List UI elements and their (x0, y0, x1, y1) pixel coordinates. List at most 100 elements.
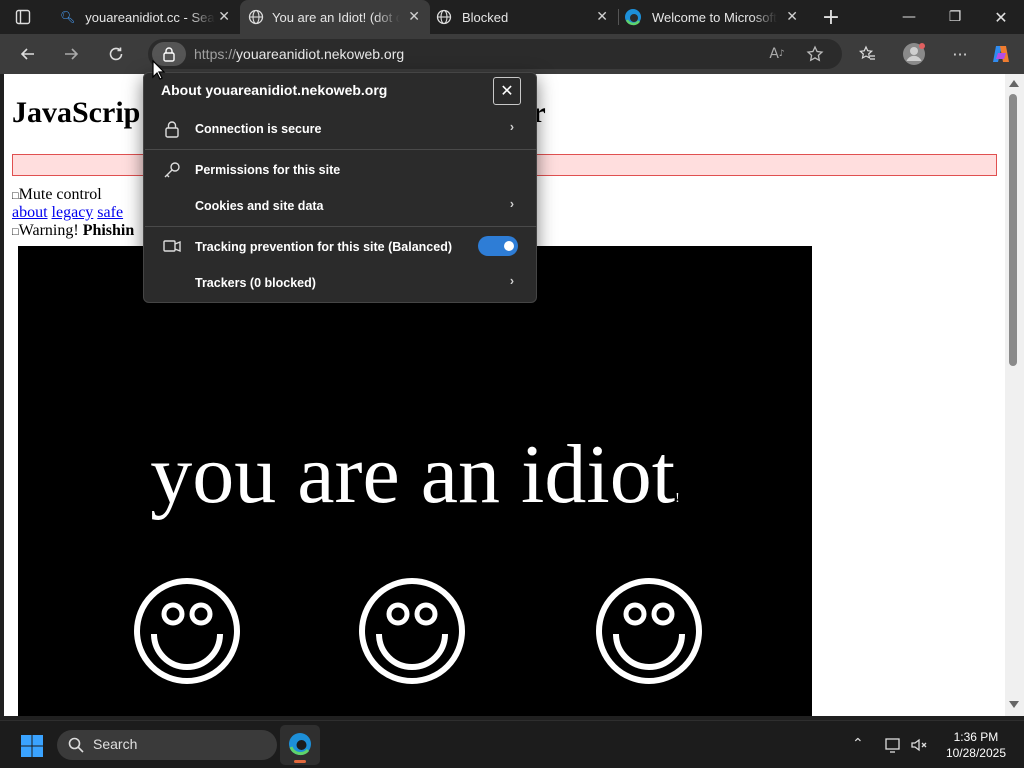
clock-time: 1:36 PM (953, 730, 999, 744)
safe-link[interactable]: safe (97, 204, 123, 221)
windows-icon (21, 735, 43, 757)
chevron-right-icon: › (509, 274, 514, 288)
idiot-animation[interactable]: you are an idiot! (18, 246, 812, 716)
star-icon (806, 45, 824, 62)
scroll-thumb[interactable] (1009, 94, 1017, 366)
refresh-button[interactable] (101, 40, 131, 68)
legacy-link[interactable]: legacy (52, 204, 94, 221)
tab-title: You are an Idiot! (dot cc) (272, 9, 400, 25)
mute-control-image[interactable]: □Mute control (12, 186, 102, 204)
exclamation: ! (675, 491, 680, 506)
tab-title: Welcome to Microsoft Edge (652, 9, 777, 25)
cookies-row[interactable]: Cookies and site data › (144, 188, 536, 224)
favorites-icon (859, 45, 875, 60)
tab-title: youareanidiot.cc - Search (85, 9, 215, 25)
active-indicator (294, 760, 306, 763)
globe-icon (436, 9, 452, 25)
address-bar[interactable]: https://youareanidiot.nekoweb.org A ♪ (148, 39, 842, 69)
network-icon[interactable] (884, 736, 902, 754)
row-label: Permissions for this site (195, 163, 341, 177)
tracking-toggle[interactable] (478, 236, 518, 256)
edge-icon (289, 733, 311, 755)
search-label: Search (93, 736, 138, 752)
favorites-button[interactable] (853, 40, 883, 68)
system-clock[interactable]: 1:36 PM 10/28/2025 (946, 729, 1006, 761)
broken-image-icon: □ (12, 226, 19, 238)
popup-title: About youareanidiot.nekoweb.org (161, 82, 388, 98)
broken-image-icon: □ (12, 190, 19, 202)
start-button[interactable] (20, 734, 44, 762)
site-info-popup: About youareanidiot.nekoweb.org ✕ Connec… (143, 72, 537, 303)
tab-actions-button[interactable] (8, 3, 38, 31)
close-window-button[interactable]: ✕ (978, 0, 1024, 34)
scroll-up-arrow[interactable] (1009, 80, 1019, 87)
chevron-right-icon: › (509, 197, 514, 211)
tab-strip: 🔍︎ youareanidiot.cc - Search ✕ You are a… (0, 0, 1024, 34)
volume-muted-icon[interactable] (910, 736, 928, 754)
edge-icon (625, 9, 641, 26)
trackers-row[interactable]: Trackers (0 blocked) › (144, 265, 536, 301)
connection-secure-row[interactable]: Connection is secure › (144, 111, 536, 147)
arrow-right-icon (65, 48, 79, 60)
warning-line: □Warning! Phishin (12, 222, 135, 239)
tab-active[interactable]: You are an Idiot! (dot cc) ✕ (240, 0, 430, 34)
minimize-button[interactable]: — (886, 0, 932, 34)
tab-blocked[interactable]: Blocked ✕ (430, 0, 618, 34)
favorite-star-button[interactable] (800, 40, 830, 68)
copilot-button[interactable] (986, 40, 1016, 68)
popup-divider (145, 226, 537, 227)
phishing-text: Phishin (82, 222, 135, 239)
forward-button[interactable] (56, 40, 86, 68)
tab-title: Blocked (462, 9, 509, 25)
chevron-right-icon: › (509, 120, 514, 134)
url-protocol: https:// (194, 46, 237, 62)
avatar-icon (903, 43, 925, 65)
new-tab-button[interactable]: + (808, 0, 854, 34)
row-label: Trackers (0 blocked) (195, 276, 316, 290)
profile-button[interactable] (899, 40, 929, 68)
read-aloud-button[interactable]: A ♪ (762, 40, 792, 68)
lock-icon (165, 121, 179, 138)
row-label: Cookies and site data (195, 199, 324, 213)
mouse-cursor-icon (152, 60, 166, 80)
smiley-icon (359, 578, 465, 684)
taskbar: Search ⌃ 1:36 PM 10/28/2025 (0, 720, 1024, 768)
back-button[interactable] (13, 40, 43, 68)
settings-more-button[interactable]: ··· (945, 40, 975, 68)
globe-icon (248, 9, 264, 25)
smiley-icon (134, 578, 240, 684)
copilot-icon (993, 46, 1009, 62)
restore-button[interactable]: ❐ (932, 0, 978, 34)
close-tab-icon[interactable]: ✕ (218, 8, 230, 25)
tab-welcome[interactable]: Welcome to Microsoft Edge ✕ (620, 0, 808, 34)
smiley-icon (596, 578, 702, 684)
row-label: Tracking prevention for this site (Balan… (195, 240, 453, 254)
url-host: youareanidiot.nekoweb.org (236, 46, 405, 62)
close-tab-icon[interactable]: ✕ (786, 8, 798, 25)
tab-divider (618, 9, 619, 25)
big-message: you are an idiot! (150, 428, 680, 521)
close-tab-icon[interactable]: ✕ (408, 8, 420, 25)
close-icon: ✕ (500, 83, 514, 100)
key-icon (164, 162, 180, 178)
refresh-icon (109, 47, 123, 61)
url-text[interactable]: https://youareanidiot.nekoweb.org (194, 46, 404, 62)
page-links: about legacy safe (12, 204, 127, 222)
search-icon (68, 737, 84, 753)
popup-close-button[interactable]: ✕ (493, 77, 521, 105)
clock-date: 10/28/2025 (945, 746, 1006, 760)
permissions-row[interactable]: Permissions for this site (144, 152, 536, 188)
about-link[interactable]: about (12, 204, 48, 221)
tracking-icon (163, 240, 181, 253)
search-icon: 🔍︎ (60, 10, 76, 24)
tab-search[interactable]: 🔍︎ youareanidiot.cc - Search ✕ (50, 0, 240, 34)
taskbar-search[interactable]: Search (57, 730, 277, 760)
scroll-down-arrow[interactable] (1009, 701, 1019, 708)
taskbar-edge-button[interactable] (280, 725, 320, 765)
close-tab-icon[interactable]: ✕ (596, 8, 608, 25)
page-scrollbar[interactable] (1005, 74, 1024, 716)
popup-divider (145, 149, 537, 150)
show-hidden-icons-button[interactable]: ⌃ (852, 736, 864, 752)
row-label: Connection is secure (195, 122, 322, 136)
arrow-left-icon (20, 48, 34, 60)
